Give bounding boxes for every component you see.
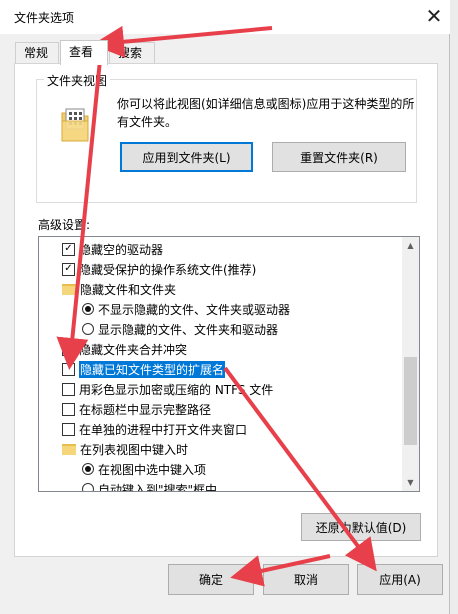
checkbox[interactable]: ✓ xyxy=(62,262,75,276)
advanced-setting-label: 自动键入到"搜索"框中 xyxy=(98,482,218,492)
restore-defaults-button[interactable]: 还原为默认值(D) xyxy=(301,513,421,541)
advanced-setting-label: 在标题栏中显示完整路径 xyxy=(79,402,212,417)
checkbox[interactable] xyxy=(62,382,75,396)
advanced-setting-label: 用彩色显示加密或压缩的 NTFS 文件 xyxy=(79,382,274,397)
ok-button[interactable]: 确定 xyxy=(168,564,254,595)
view-tab-panel: 文件夹视图 你可以将此视图(如详细信息或图标)应用于这种类型的所有文件夹。 应用… xyxy=(14,63,438,557)
advanced-setting-label: 隐藏已知文件类型的扩展名 xyxy=(79,360,226,378)
advanced-setting-label: 隐藏文件和文件夹 xyxy=(80,282,177,297)
radio-button[interactable] xyxy=(82,483,94,491)
advanced-setting-row[interactable]: ✓ 隐藏空的驱动器 xyxy=(39,239,403,259)
advanced-setting-row[interactable]: 在视图中选中键入项 xyxy=(39,459,403,479)
folder-view-description: 你可以将此视图(如详细信息或图标)应用于这种类型的所有文件夹。 xyxy=(117,97,415,129)
advanced-setting-label: 隐藏文件夹合并冲突 xyxy=(79,342,188,357)
folder-icon xyxy=(62,283,76,295)
checkbox[interactable] xyxy=(62,422,75,436)
checkbox[interactable]: ✓ xyxy=(62,242,75,256)
apply-to-folders-button[interactable]: 应用到文件夹(L) xyxy=(120,142,253,172)
advanced-setting-row[interactable]: ✓ 隐藏文件夹合并冲突 xyxy=(39,339,403,359)
radio-selected-dot xyxy=(85,466,91,472)
close-icon[interactable]: ✕ xyxy=(420,2,448,30)
advanced-setting-row: 隐藏文件和文件夹 xyxy=(39,279,403,299)
scroll-up-arrow[interactable]: ▲ xyxy=(402,237,419,254)
advanced-settings-scrollbar[interactable]: ▲ ▼ xyxy=(402,237,419,491)
scroll-down-arrow[interactable]: ▼ xyxy=(402,474,419,491)
reset-folders-button[interactable]: 重置文件夹(R) xyxy=(272,142,406,172)
checkbox[interactable]: ✓ xyxy=(62,342,75,356)
advanced-setting-label: 隐藏空的驱动器 xyxy=(79,242,164,257)
advanced-setting-row[interactable]: ✓ 隐藏受保护的操作系统文件(推荐) xyxy=(39,259,403,279)
tab-view[interactable]: 查看 xyxy=(60,40,108,65)
advanced-setting-row[interactable]: 在单独的进程中打开文件夹窗口 xyxy=(39,419,403,439)
radio-button[interactable] xyxy=(82,463,94,475)
radio-button[interactable] xyxy=(82,303,94,315)
tab-general[interactable]: 常规 xyxy=(15,42,59,64)
advanced-setting-row[interactable]: 不显示隐藏的文件、文件夹或驱动器 xyxy=(39,299,403,319)
advanced-setting-label: 显示隐藏的文件、文件夹和驱动器 xyxy=(98,322,279,337)
checkbox[interactable] xyxy=(62,362,75,376)
folder-view-label: 文件夹视图 xyxy=(44,72,111,89)
scrollbar-thumb[interactable] xyxy=(404,357,417,445)
advanced-setting-row[interactable]: 自动键入到"搜索"框中 xyxy=(39,479,403,492)
advanced-setting-row[interactable]: 在标题栏中显示完整路径 xyxy=(39,399,403,419)
advanced-setting-label: 隐藏受保护的操作系统文件(推荐) xyxy=(79,262,257,277)
folder-options-dialog: 文件夹选项 ✕ 常规 查看 搜索 文件夹视图 你可以将此视图(如详细信息或图标)… xyxy=(0,0,450,614)
window-title: 文件夹选项 xyxy=(14,11,75,25)
advanced-setting-label: 在列表视图中键入时 xyxy=(80,442,189,457)
folder-view-icon xyxy=(61,108,89,142)
advanced-setting-row[interactable]: 显示隐藏的文件、文件夹和驱动器 xyxy=(39,319,403,339)
folder-icon xyxy=(62,443,76,455)
advanced-setting-label: 在单独的进程中打开文件夹窗口 xyxy=(79,422,248,437)
advanced-settings-label: 高级设置: xyxy=(38,218,91,232)
folder-view-group: 文件夹视图 你可以将此视图(如详细信息或图标)应用于这种类型的所有文件夹。 应用… xyxy=(36,72,417,203)
cancel-button[interactable]: 取消 xyxy=(263,564,349,595)
title-bar: 文件夹选项 ✕ xyxy=(0,0,450,34)
advanced-setting-label: 不显示隐藏的文件、文件夹或驱动器 xyxy=(98,302,291,317)
advanced-settings-list[interactable]: ✓ 隐藏空的驱动器 ✓ 隐藏受保护的操作系统文件(推荐) 隐藏文件和文件夹不显示隐藏的文… xyxy=(38,236,420,492)
advanced-setting-row: 在列表视图中键入时 xyxy=(39,439,403,459)
radio-selected-dot xyxy=(85,306,91,312)
radio-button[interactable] xyxy=(82,323,94,335)
checkbox[interactable] xyxy=(62,402,75,416)
apply-button[interactable]: 应用(A) xyxy=(357,564,443,595)
tab-search[interactable]: 搜索 xyxy=(109,42,155,64)
advanced-setting-label: 在视图中选中键入项 xyxy=(98,462,207,477)
advanced-setting-row[interactable]: 用彩色显示加密或压缩的 NTFS 文件 xyxy=(39,379,403,399)
advanced-setting-row[interactable]: 隐藏已知文件类型的扩展名 xyxy=(39,359,403,379)
